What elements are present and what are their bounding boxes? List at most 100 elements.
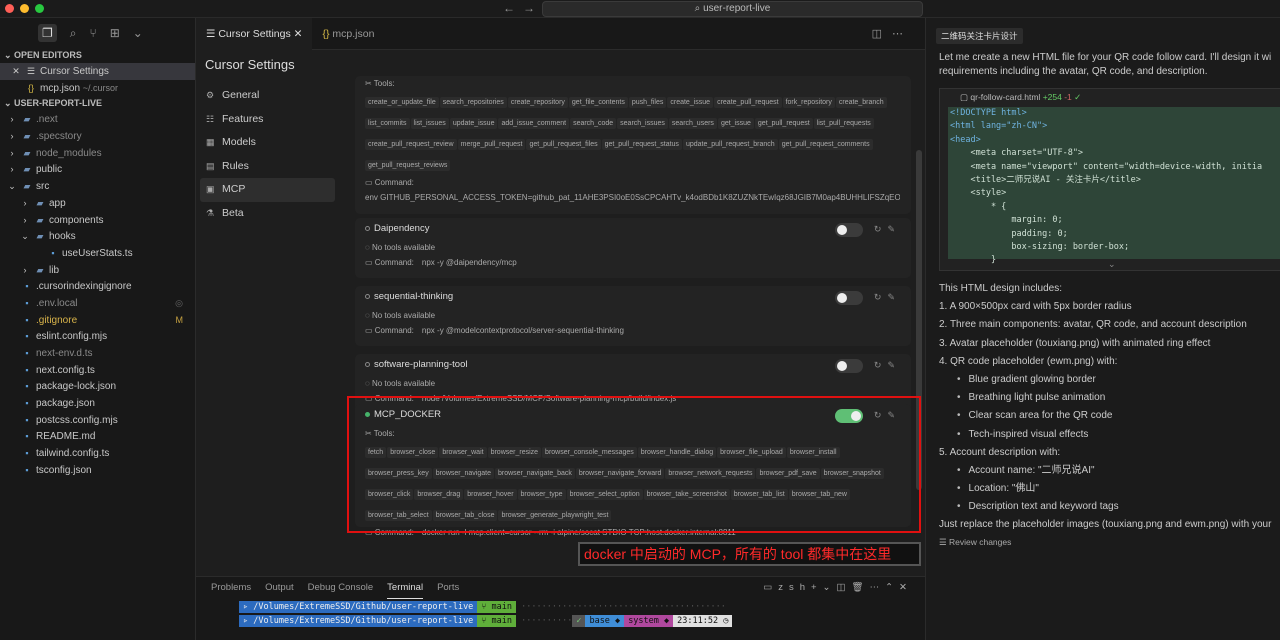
files-icon[interactable]: ❐ bbox=[38, 24, 57, 42]
no-tools-label: ◌ No tools available bbox=[365, 379, 436, 388]
edit-icon[interactable]: ✎ bbox=[887, 292, 901, 302]
trash-icon[interactable]: 🗑 bbox=[852, 582, 870, 593]
activity-bar: ❐ ⌕ ⑂ ⊞ ⌄ bbox=[0, 18, 195, 48]
edit-icon[interactable]: ✎ bbox=[887, 224, 901, 234]
editor-tabs: ☰ Cursor Settings ✕ {} mcp.json ◫⋯ bbox=[196, 18, 925, 50]
chevron-down-icon[interactable]: ⌄ bbox=[1108, 259, 1116, 270]
settings-nav-general[interactable]: ⚙ General bbox=[200, 84, 335, 108]
toggle-knob bbox=[837, 225, 847, 235]
source-control-icon[interactable]: ⑂ bbox=[90, 26, 97, 40]
settings-nav-features[interactable]: ☷ Features bbox=[200, 108, 335, 132]
server-command-row: ▭ Command: npx -y @daipendency/mcp bbox=[355, 255, 911, 270]
command-center-search[interactable]: ⌕ user-report-live bbox=[542, 1, 923, 17]
folder-item[interactable]: › ▰ node_modules bbox=[0, 145, 195, 162]
settings-nav-label: MCP bbox=[222, 183, 246, 195]
refresh-icon[interactable]: ↻ bbox=[874, 292, 888, 302]
add-terminal-icon[interactable]: +⌄ bbox=[811, 582, 837, 593]
prompt-branch: ⑂ main bbox=[477, 601, 517, 613]
refresh-icon[interactable]: ↻ bbox=[874, 360, 888, 370]
tab-cursor-settings[interactable]: ☰ Cursor Settings ✕ bbox=[196, 18, 313, 50]
tab-mcp-json[interactable]: {} mcp.json bbox=[312, 18, 384, 50]
file-item[interactable]: ▪ postcss.config.mjs bbox=[0, 412, 195, 429]
chevron-down-icon[interactable]: ⌄ bbox=[133, 26, 143, 40]
panel-tab-debug-console[interactable]: Debug Console bbox=[308, 577, 374, 599]
toggle-knob bbox=[837, 361, 847, 371]
project-title[interactable]: ⌄ USER-REPORT-LIVE bbox=[0, 96, 195, 111]
tool-chip: add_issue_comment bbox=[498, 118, 570, 129]
git-status-badge: ◎ bbox=[175, 297, 183, 308]
settings-nav-rules[interactable]: ▤ Rules bbox=[200, 155, 335, 179]
code-block-header[interactable]: ▢ qr-follow-card.html +254 -1 ✓ bbox=[940, 89, 1280, 105]
tree-item-label: .gitignore bbox=[36, 314, 78, 326]
close-window-button[interactable] bbox=[5, 4, 14, 13]
file-item[interactable]: ▪ package.json bbox=[0, 395, 195, 412]
file-item[interactable]: ▪ .cursorindexingignore bbox=[0, 278, 195, 295]
folder-item[interactable]: › ▰ app bbox=[0, 195, 195, 212]
back-arrow-icon[interactable]: ← bbox=[503, 1, 523, 15]
close-icon[interactable]: ✕ bbox=[899, 582, 913, 593]
mcp-icon: ▣ bbox=[206, 184, 215, 194]
file-item[interactable]: ▪ next-env.d.ts bbox=[0, 345, 195, 362]
file-item[interactable]: ▪ README.md bbox=[0, 428, 195, 445]
refresh-icon[interactable]: ↻ bbox=[874, 224, 888, 234]
server-name: sequential-thinking bbox=[374, 291, 454, 302]
annotation-caption: docker 中启动的 MCP，所有的 tool 都集中在这里 bbox=[578, 542, 921, 566]
folder-item[interactable]: › ▰ components bbox=[0, 212, 195, 229]
panel-tab-problems[interactable]: Problems bbox=[211, 577, 251, 599]
panel-tab-output[interactable]: Output bbox=[265, 577, 294, 599]
file-item[interactable]: ▪ .gitignore M bbox=[0, 312, 195, 329]
edit-icon[interactable]: ✎ bbox=[887, 360, 901, 370]
settings-nav-label: Models bbox=[222, 136, 256, 148]
panel-tab-terminal[interactable]: Terminal bbox=[387, 577, 424, 599]
file-item[interactable]: ▪ tailwind.config.ts bbox=[0, 445, 195, 462]
file-item[interactable]: ▪ package-lock.json bbox=[0, 378, 195, 395]
settings-nav-mcp[interactable]: ▣ MCP bbox=[200, 178, 335, 202]
maximize-panel-icon[interactable]: ⌃ bbox=[885, 582, 899, 593]
open-editor-item[interactable]: {} mcp.json ~/.cursor bbox=[0, 80, 195, 97]
extensions-icon[interactable]: ⊞ bbox=[110, 26, 120, 40]
folder-item[interactable]: ⌄ ▰ hooks bbox=[0, 228, 195, 245]
panel-tab-ports[interactable]: Ports bbox=[437, 577, 459, 599]
close-icon[interactable]: ✕ bbox=[294, 28, 303, 40]
folder-item[interactable]: › ▰ lib bbox=[0, 262, 195, 279]
minimize-window-button[interactable] bbox=[20, 4, 29, 13]
forward-arrow-icon[interactable]: → bbox=[523, 1, 543, 15]
settings-nav-models[interactable]: ▦ Models bbox=[200, 131, 335, 155]
open-editor-item[interactable]: ✕ ☰ Cursor Settings bbox=[0, 63, 195, 80]
file-item[interactable]: ▪ useUserStats.ts bbox=[0, 245, 195, 262]
folder-item[interactable]: › ▰ .next bbox=[0, 111, 195, 128]
prompt-path: ▹ /Volumes/ExtremeSSD/Github/user-report… bbox=[239, 615, 478, 627]
folder-item[interactable]: › ▰ .specstory bbox=[0, 128, 195, 145]
close-icon[interactable]: ✕ bbox=[10, 63, 22, 80]
file-icon: ▪ bbox=[25, 414, 29, 425]
tool-chip: create_pull_request_review bbox=[365, 139, 457, 150]
terminal-line[interactable]: ▹ /Volumes/ExtremeSSD/Github/user-report… bbox=[196, 615, 925, 627]
chevron-right-icon: › bbox=[10, 164, 14, 175]
server-toggle[interactable] bbox=[835, 291, 863, 305]
more-icon[interactable]: ⋯ bbox=[870, 582, 886, 593]
folder-item[interactable]: ⌄ ▰ src bbox=[0, 178, 195, 195]
models-icon: ▦ bbox=[206, 137, 215, 147]
summary-subitem: Location: "佛山" bbox=[939, 480, 1279, 498]
folder-item[interactable]: › ▰ public bbox=[0, 161, 195, 178]
settings-nav-beta[interactable]: ⚗ Beta bbox=[200, 202, 335, 226]
summary-list: 1. A 900×500px card with 5px border radi… bbox=[939, 298, 1279, 534]
server-toggle[interactable] bbox=[835, 359, 863, 373]
review-changes-button[interactable]: ☰ Review changes bbox=[939, 537, 1279, 548]
more-icon[interactable]: ⋯ bbox=[892, 28, 913, 40]
maximize-window-button[interactable] bbox=[35, 4, 44, 13]
split-terminal-icon[interactable]: ◫ bbox=[837, 582, 852, 593]
open-editors-title[interactable]: ⌄ OPEN EDITORS bbox=[0, 48, 195, 63]
file-item[interactable]: ▪ tsconfig.json bbox=[0, 462, 195, 479]
code-line: <style> bbox=[950, 188, 1007, 199]
file-item[interactable]: ▪ eslint.config.mjs bbox=[0, 328, 195, 345]
tool-chip: fork_repository bbox=[782, 97, 835, 108]
server-toggle[interactable] bbox=[835, 223, 863, 237]
file-item[interactable]: ▪ next.config.ts bbox=[0, 362, 195, 379]
search-icon[interactable]: ⌕ bbox=[70, 26, 77, 41]
file-item[interactable]: ▪ .env.local ◎ bbox=[0, 295, 195, 312]
split-editor-icon[interactable]: ◫ bbox=[872, 28, 892, 40]
json-icon: {} bbox=[27, 82, 34, 93]
chat-title[interactable]: 二维码关注卡片设计 bbox=[936, 28, 1023, 44]
file-icon: ▪ bbox=[25, 364, 29, 375]
